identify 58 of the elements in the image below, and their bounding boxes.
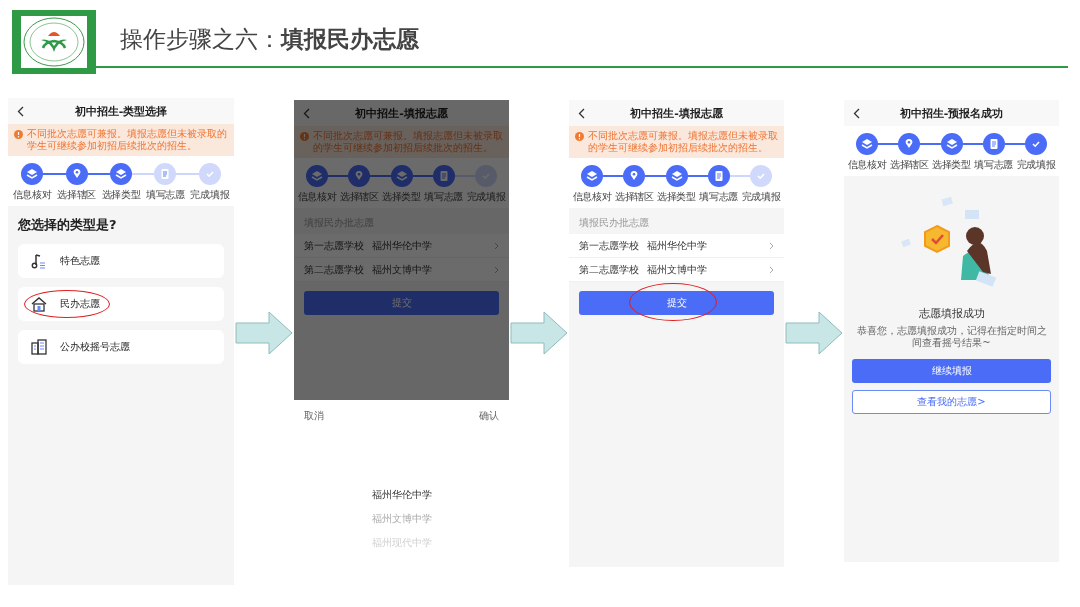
house-icon: [30, 295, 48, 313]
choice-row[interactable]: 第二志愿学校 福州文博中学: [569, 258, 784, 282]
picker-option[interactable]: 福州华伦中学: [371, 488, 432, 502]
section-label: 填报民办批志愿: [578, 216, 650, 230]
step-label: 选择类型: [382, 190, 421, 204]
chevron-icon: [769, 265, 774, 274]
step-label: 填写志愿: [146, 188, 185, 202]
step-label: 信息核对: [297, 190, 337, 204]
cancel-link[interactable]: 取消: [304, 409, 324, 423]
step-label: 完成填报: [741, 190, 781, 204]
step-label: 信息核对: [12, 188, 52, 202]
choice-row[interactable]: 第一志愿学校 福州华伦中学: [569, 234, 784, 258]
back-icon[interactable]: [17, 106, 24, 117]
screen-title: 初中招生-填报志愿: [630, 105, 723, 121]
success-heading: 志愿填报成功: [918, 306, 985, 321]
step-label: 填写志愿: [699, 190, 739, 204]
slide-title: 操作步骤之六：填报民办志愿: [119, 25, 420, 54]
view-choices-button[interactable]: 查看我的志愿>: [852, 390, 1051, 414]
type-option[interactable]: 公办校摇号志愿: [18, 330, 224, 364]
confirm-link[interactable]: 确认: [479, 409, 499, 423]
buildings-icon: [30, 338, 48, 356]
step-label: 填写志愿: [974, 158, 1014, 172]
chevron-icon: [494, 241, 499, 250]
step-label: 选择辖区: [614, 190, 654, 204]
step-label: 信息核对: [572, 190, 612, 204]
step-label: 信息核对: [847, 158, 887, 172]
warning-icon: [300, 132, 309, 141]
question-text: 您选择的类型是?: [16, 216, 118, 234]
notice-text: 不同批次志愿可兼报。填报志愿但未被录取的学生可继续参加初招后续批次的招生。: [27, 128, 228, 152]
screen-title: 初中招生-预报名成功: [899, 105, 1004, 121]
screen-title: 初中招生-类型选择: [74, 103, 168, 119]
right-arrow-icon: [510, 311, 568, 355]
chevron-icon: [494, 265, 499, 274]
step-label: 完成填报: [1016, 158, 1056, 172]
step-label: 完成填报: [466, 190, 506, 204]
step-label: 填写志愿: [424, 190, 464, 204]
warning-icon: [14, 130, 23, 139]
step-label: 选择辖区: [889, 158, 929, 172]
warning-icon: [575, 132, 584, 141]
step-label: 选择辖区: [339, 190, 379, 204]
step-label: 选择类型: [932, 158, 971, 172]
continue-button[interactable]: 继续填报: [852, 359, 1051, 383]
screen-title: 初中招生-填报志愿: [355, 105, 448, 121]
notice-text: 不同批次志愿可兼报。填报志愿但未被录取的学生可继续参加初招后续批次的招生。: [588, 130, 778, 154]
type-option[interactable]: 特色志愿: [18, 244, 224, 278]
step-label: 选择类型: [101, 188, 141, 202]
step-label: 选择辖区: [57, 188, 96, 202]
submit-button[interactable]: 提交: [579, 291, 774, 315]
music-note-icon: [30, 252, 48, 270]
chevron-icon: [769, 241, 774, 250]
step-label: 选择类型: [657, 190, 696, 204]
back-icon[interactable]: [578, 108, 585, 119]
success-message: 恭喜您，志愿填报成功，记得在指定时间之间查看摇号结果~: [855, 325, 1048, 349]
right-arrow-icon: [235, 311, 293, 355]
right-arrow-icon: [785, 311, 843, 355]
step-label: 完成填报: [190, 188, 230, 202]
back-icon[interactable]: [853, 108, 860, 119]
type-option[interactable]: 民办志愿: [18, 287, 224, 321]
